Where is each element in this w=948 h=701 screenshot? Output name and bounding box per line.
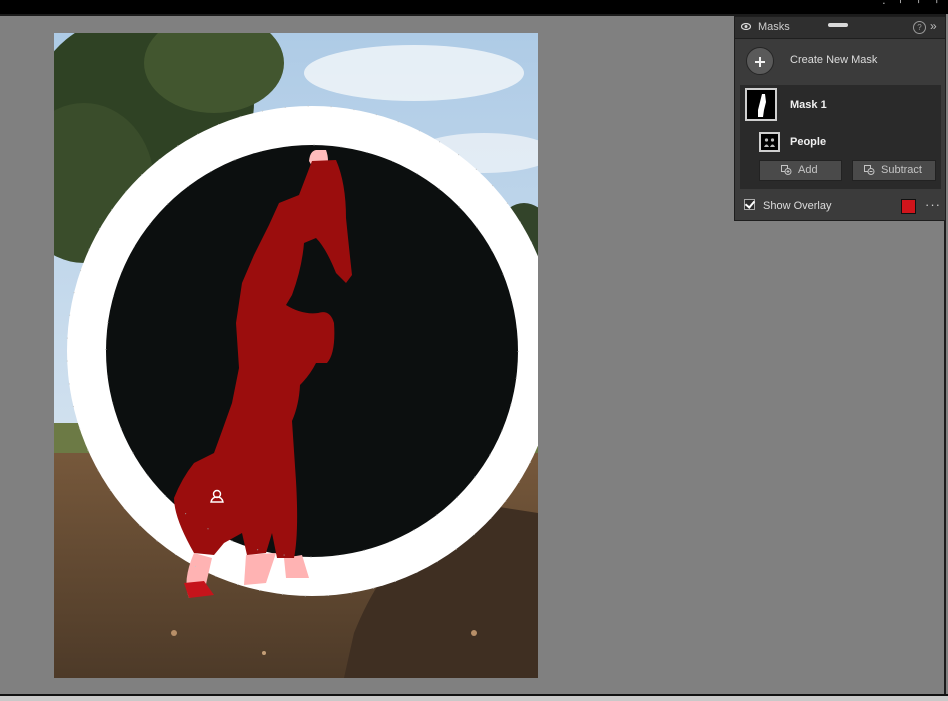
eye-icon[interactable] xyxy=(741,23,751,30)
subtract-button-label: Subtract xyxy=(881,164,922,176)
people-icon xyxy=(764,138,775,147)
person-brush-icon xyxy=(210,489,224,503)
overlay-color-swatch[interactable] xyxy=(901,199,916,214)
people-thumbnail[interactable] xyxy=(759,132,780,152)
plus-icon xyxy=(781,165,792,175)
help-icon[interactable]: ? xyxy=(913,21,926,34)
mask-thumbnail-image xyxy=(758,94,766,117)
expand-icon[interactable]: » xyxy=(930,19,937,33)
panel-title: Masks xyxy=(758,21,790,33)
mask-card[interactable]: Mask 1 People Add Subtract xyxy=(740,85,941,189)
masks-panel: Masks ? » Create New Mask Mask 1 People xyxy=(734,16,946,221)
add-button[interactable]: Add xyxy=(759,160,842,181)
drag-handle[interactable] xyxy=(828,23,848,27)
top-bar: · ╵ ╵ ╵ xyxy=(0,0,948,14)
show-overlay-checkbox[interactable] xyxy=(744,199,755,210)
show-overlay-label[interactable]: Show Overlay xyxy=(763,200,831,212)
add-button-label: Add xyxy=(798,164,818,176)
create-new-mask-button[interactable] xyxy=(746,47,774,75)
mask-name[interactable]: Mask 1 xyxy=(790,99,827,111)
more-options-icon[interactable]: ··· xyxy=(925,197,941,212)
masks-panel-header: Masks ? » xyxy=(735,17,945,39)
subtract-icon xyxy=(864,165,875,175)
create-new-mask-label[interactable]: Create New Mask xyxy=(790,54,877,66)
photo-image xyxy=(54,33,538,678)
subtract-button[interactable]: Subtract xyxy=(852,160,936,181)
mask-thumbnail[interactable] xyxy=(745,88,777,121)
top-bar-glyphs: · ╵ ╵ ╵ xyxy=(882,0,944,10)
bottom-bar xyxy=(0,694,948,701)
people-component-label[interactable]: People xyxy=(790,136,826,148)
photo-canvas[interactable] xyxy=(54,33,538,678)
